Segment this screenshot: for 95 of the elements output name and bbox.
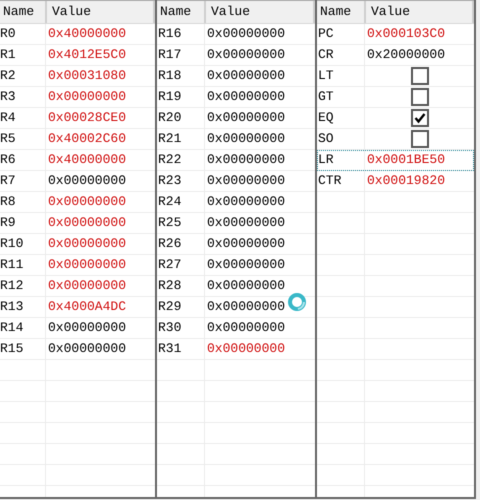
register-value: 0x40002C60 <box>48 131 126 147</box>
register-name: R7 <box>0 173 16 189</box>
register-name: R12 <box>0 278 24 294</box>
register-value: 0x00000000 <box>207 194 286 210</box>
register-value: 0x00000000 <box>207 131 286 147</box>
register-name: R3 <box>0 89 16 105</box>
register-value: 0x00000000 <box>48 320 126 336</box>
register-value: 0x40000000 <box>48 26 126 42</box>
register-name: R21 <box>157 131 182 147</box>
register-value: 0x00000000 <box>207 320 286 336</box>
register-name: R22 <box>157 152 182 168</box>
register-value: 0x00028CE0 <box>48 110 126 126</box>
register-row[interactable]: CTR 0x00019820 <box>317 171 474 192</box>
register-name: R9 <box>0 215 16 231</box>
register-name: R26 <box>157 236 182 252</box>
register-value: 0x00019820 <box>367 173 446 189</box>
register-name: R10 <box>0 236 24 252</box>
register-value: 0x00000000 <box>207 26 286 42</box>
register-row[interactable]: GT <box>317 87 474 108</box>
register-value: 0x00000000 <box>207 257 286 273</box>
register-value: 0x00000000 <box>207 173 286 189</box>
register-value: 0x00000000 <box>207 47 286 63</box>
register-name: R25 <box>157 215 182 231</box>
register-name: R19 <box>157 89 182 105</box>
register-value: 0x00000000 <box>207 236 286 252</box>
register-value: 0x20000000 <box>367 47 446 63</box>
register-row[interactable]: LT <box>317 66 474 87</box>
register-name: R18 <box>157 68 182 84</box>
register-name: LT <box>317 68 334 84</box>
register-name: CR <box>317 47 334 63</box>
register-name: R30 <box>157 320 182 336</box>
register-name: R6 <box>0 152 16 168</box>
column-header: Name <box>319 4 352 20</box>
register-name: GT <box>317 89 334 105</box>
register-name: R23 <box>157 173 182 189</box>
register-name: R28 <box>157 278 182 294</box>
register-name: R27 <box>157 257 182 273</box>
register-name: R20 <box>157 110 182 126</box>
register-value: 0x00000000 <box>207 110 286 126</box>
register-name: R24 <box>157 194 182 210</box>
register-value: 0x4000A4DC <box>48 299 126 315</box>
column-header: Name <box>159 4 192 20</box>
register-row[interactable]: SO <box>317 129 474 150</box>
column-header: Value <box>370 4 410 20</box>
focused-row[interactable]: LR 0x0001BE50 <box>317 150 474 171</box>
register-name: R5 <box>0 131 16 147</box>
checkbox[interactable] <box>410 109 428 127</box>
checkbox[interactable] <box>410 67 428 85</box>
register-name: R8 <box>0 194 16 210</box>
register-value: 0x00000000 <box>207 68 286 84</box>
register-value: 0x00000000 <box>207 341 286 357</box>
register-name: SO <box>317 131 334 147</box>
register-value: 0x00000000 <box>48 215 126 231</box>
register-value: 0x000103C0 <box>367 26 446 42</box>
register-value: 0x00000000 <box>207 215 286 231</box>
register-value: 0x00000000 <box>48 278 126 294</box>
column-header: Name <box>2 4 34 20</box>
register-name: R1 <box>0 47 16 63</box>
register-value: 0x00000000 <box>207 278 286 294</box>
register-value: 0x4012E5C0 <box>48 47 126 63</box>
register-value: 0x00000000 <box>48 257 126 273</box>
register-name: R14 <box>0 320 24 336</box>
register-name: CTR <box>317 173 342 189</box>
register-value: 0x00031080 <box>48 68 126 84</box>
register-value: 0x00000000 <box>48 236 126 252</box>
register-name: PC <box>317 26 334 42</box>
register-name: R16 <box>157 26 182 42</box>
register-name: LR <box>317 152 334 168</box>
register-row[interactable]: PC 0x000103C0 <box>317 24 474 45</box>
busy-cursor-icon <box>287 292 307 312</box>
register-value: 0x0001BE50 <box>367 152 446 168</box>
register-row[interactable]: EQ <box>317 108 474 129</box>
register-name: R15 <box>0 341 24 357</box>
register-value: 0x00000000 <box>48 341 126 357</box>
register-value: 0x00000000 <box>48 173 126 189</box>
register-value: 0x00000000 <box>48 89 126 105</box>
register-name: R0 <box>0 26 16 42</box>
register-name: R4 <box>0 110 16 126</box>
register-value: 0x00000000 <box>207 299 286 315</box>
register-value: 0x40000000 <box>48 152 126 168</box>
register-value: 0x00000000 <box>48 194 126 210</box>
register-name: R13 <box>0 299 24 315</box>
register-value: 0x00000000 <box>207 152 286 168</box>
register-name: R17 <box>157 47 182 63</box>
register-name: R2 <box>0 68 16 84</box>
column-header: Value <box>210 4 250 20</box>
register-name: R11 <box>0 257 24 273</box>
checkbox[interactable] <box>410 130 428 148</box>
register-row[interactable]: CR 0x20000000 <box>317 45 474 66</box>
register-name: R29 <box>157 299 182 315</box>
register-value: 0x00000000 <box>207 89 286 105</box>
column-header: Value <box>51 4 92 20</box>
checkbox[interactable] <box>410 88 428 106</box>
register-name: R31 <box>157 341 182 357</box>
register-name: EQ <box>317 110 334 126</box>
